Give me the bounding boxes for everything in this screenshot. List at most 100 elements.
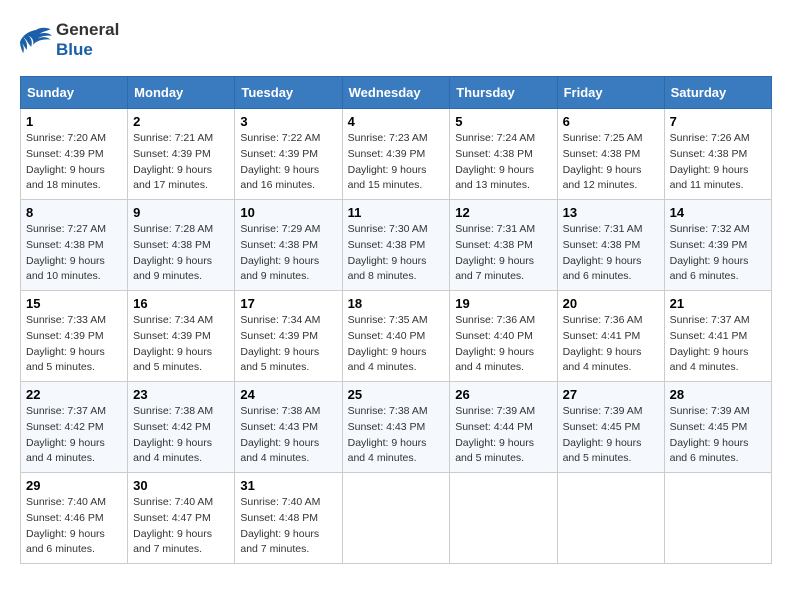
day-info: Sunrise: 7:39 AMSunset: 4:45 PMDaylight:… xyxy=(670,404,766,467)
weekday-header-saturday: Saturday xyxy=(664,77,771,109)
day-number: 4 xyxy=(348,114,445,129)
day-number: 11 xyxy=(348,205,445,220)
calendar-cell xyxy=(450,473,557,564)
day-number: 2 xyxy=(133,114,229,129)
calendar-cell: 30 Sunrise: 7:40 AMSunset: 4:47 PMDayligh… xyxy=(128,473,235,564)
calendar-cell xyxy=(664,473,771,564)
calendar-cell: 3 Sunrise: 7:22 AMSunset: 4:39 PMDaylight… xyxy=(235,109,342,200)
calendar-week-row: 22Sunrise: 7:37 AMSunset: 4:42 PMDayligh… xyxy=(21,382,772,473)
day-number: 30 xyxy=(133,478,229,493)
calendar-week-row: 15 Sunrise: 7:33 AMSunset: 4:39 PMDayligh… xyxy=(21,291,772,382)
calendar-cell: 10 Sunrise: 7:29 AMSunset: 4:38 PMDayligh… xyxy=(235,200,342,291)
day-number: 3 xyxy=(240,114,336,129)
calendar-cell: 18 Sunrise: 7:35 AMSunset: 4:40 PMDayligh… xyxy=(342,291,450,382)
day-info: Sunrise: 7:34 AMSunset: 4:39 PMDaylight:… xyxy=(133,313,229,376)
day-info: Sunrise: 7:25 AMSunset: 4:38 PMDaylight:… xyxy=(563,131,659,194)
day-number: 16 xyxy=(133,296,229,311)
calendar-cell: 9 Sunrise: 7:28 AMSunset: 4:38 PMDaylight… xyxy=(128,200,235,291)
day-info: Sunrise: 7:37 AMSunset: 4:42 PMDaylight:… xyxy=(26,404,122,467)
day-info: Sunrise: 7:32 AMSunset: 4:39 PMDaylight:… xyxy=(670,222,766,285)
calendar-cell: 16 Sunrise: 7:34 AMSunset: 4:39 PMDayligh… xyxy=(128,291,235,382)
calendar-cell: 26 Sunrise: 7:39 AMSunset: 4:44 PMDayligh… xyxy=(450,382,557,473)
day-info: Sunrise: 7:21 AMSunset: 4:39 PMDaylight:… xyxy=(133,131,229,194)
day-number: 29 xyxy=(26,478,122,493)
calendar-week-row: 1Sunrise: 7:20 AMSunset: 4:39 PMDaylight… xyxy=(21,109,772,200)
day-number: 5 xyxy=(455,114,551,129)
day-info: Sunrise: 7:20 AMSunset: 4:39 PMDaylight:… xyxy=(26,131,122,194)
day-number: 20 xyxy=(563,296,659,311)
day-info: Sunrise: 7:38 AMSunset: 4:42 PMDaylight:… xyxy=(133,404,229,467)
day-number: 31 xyxy=(240,478,336,493)
calendar-cell: 31 Sunrise: 7:40 AMSunset: 4:48 PMDayligh… xyxy=(235,473,342,564)
day-info: Sunrise: 7:39 AMSunset: 4:44 PMDaylight:… xyxy=(455,404,551,467)
weekday-header-monday: Monday xyxy=(128,77,235,109)
day-info: Sunrise: 7:36 AMSunset: 4:40 PMDaylight:… xyxy=(455,313,551,376)
weekday-header-thursday: Thursday xyxy=(450,77,557,109)
calendar-week-row: 29Sunrise: 7:40 AMSunset: 4:46 PMDayligh… xyxy=(21,473,772,564)
logo-bird-icon xyxy=(20,26,52,54)
calendar-cell: 5 Sunrise: 7:24 AMSunset: 4:38 PMDaylight… xyxy=(450,109,557,200)
day-info: Sunrise: 7:36 AMSunset: 4:41 PMDaylight:… xyxy=(563,313,659,376)
day-info: Sunrise: 7:31 AMSunset: 4:38 PMDaylight:… xyxy=(563,222,659,285)
day-number: 9 xyxy=(133,205,229,220)
calendar-cell: 2 Sunrise: 7:21 AMSunset: 4:39 PMDaylight… xyxy=(128,109,235,200)
day-number: 7 xyxy=(670,114,766,129)
day-number: 12 xyxy=(455,205,551,220)
day-number: 13 xyxy=(563,205,659,220)
day-number: 26 xyxy=(455,387,551,402)
calendar-cell: 24Sunrise: 7:38 AMSunset: 4:43 PMDayligh… xyxy=(235,382,342,473)
calendar-cell: 12 Sunrise: 7:31 AMSunset: 4:38 PMDayligh… xyxy=(450,200,557,291)
day-info: Sunrise: 7:24 AMSunset: 4:38 PMDaylight:… xyxy=(455,131,551,194)
day-info: Sunrise: 7:27 AMSunset: 4:38 PMDaylight:… xyxy=(26,222,122,285)
calendar-cell: 21 Sunrise: 7:37 AMSunset: 4:41 PMDayligh… xyxy=(664,291,771,382)
day-number: 8 xyxy=(26,205,122,220)
day-number: 25 xyxy=(348,387,445,402)
day-info: Sunrise: 7:23 AMSunset: 4:39 PMDaylight:… xyxy=(348,131,445,194)
weekday-header-tuesday: Tuesday xyxy=(235,77,342,109)
calendar-cell xyxy=(342,473,450,564)
calendar-cell: 22Sunrise: 7:37 AMSunset: 4:42 PMDayligh… xyxy=(21,382,128,473)
weekday-header-sunday: Sunday xyxy=(21,77,128,109)
day-info: Sunrise: 7:30 AMSunset: 4:38 PMDaylight:… xyxy=(348,222,445,285)
calendar-cell: 6 Sunrise: 7:25 AMSunset: 4:38 PMDaylight… xyxy=(557,109,664,200)
day-info: Sunrise: 7:38 AMSunset: 4:43 PMDaylight:… xyxy=(348,404,445,467)
day-info: Sunrise: 7:33 AMSunset: 4:39 PMDaylight:… xyxy=(26,313,122,376)
calendar-cell: 1Sunrise: 7:20 AMSunset: 4:39 PMDaylight… xyxy=(21,109,128,200)
day-info: Sunrise: 7:31 AMSunset: 4:38 PMDaylight:… xyxy=(455,222,551,285)
day-number: 21 xyxy=(670,296,766,311)
day-info: Sunrise: 7:35 AMSunset: 4:40 PMDaylight:… xyxy=(348,313,445,376)
page-header: General Blue xyxy=(20,20,772,60)
day-number: 6 xyxy=(563,114,659,129)
day-number: 24 xyxy=(240,387,336,402)
calendar-cell: 13 Sunrise: 7:31 AMSunset: 4:38 PMDayligh… xyxy=(557,200,664,291)
logo: General Blue xyxy=(20,20,119,60)
day-info: Sunrise: 7:40 AMSunset: 4:47 PMDaylight:… xyxy=(133,495,229,558)
day-info: Sunrise: 7:28 AMSunset: 4:38 PMDaylight:… xyxy=(133,222,229,285)
day-info: Sunrise: 7:37 AMSunset: 4:41 PMDaylight:… xyxy=(670,313,766,376)
day-info: Sunrise: 7:40 AMSunset: 4:48 PMDaylight:… xyxy=(240,495,336,558)
day-info: Sunrise: 7:39 AMSunset: 4:45 PMDaylight:… xyxy=(563,404,659,467)
day-info: Sunrise: 7:29 AMSunset: 4:38 PMDaylight:… xyxy=(240,222,336,285)
weekday-header-wednesday: Wednesday xyxy=(342,77,450,109)
day-number: 17 xyxy=(240,296,336,311)
calendar-cell: 27 Sunrise: 7:39 AMSunset: 4:45 PMDayligh… xyxy=(557,382,664,473)
day-number: 18 xyxy=(348,296,445,311)
logo-text: General Blue xyxy=(56,20,119,60)
calendar-table: SundayMondayTuesdayWednesdayThursdayFrid… xyxy=(20,76,772,564)
calendar-cell xyxy=(557,473,664,564)
calendar-cell: 25 Sunrise: 7:38 AMSunset: 4:43 PMDayligh… xyxy=(342,382,450,473)
day-number: 15 xyxy=(26,296,122,311)
day-info: Sunrise: 7:22 AMSunset: 4:39 PMDaylight:… xyxy=(240,131,336,194)
weekday-header-row: SundayMondayTuesdayWednesdayThursdayFrid… xyxy=(21,77,772,109)
calendar-cell: 11 Sunrise: 7:30 AMSunset: 4:38 PMDayligh… xyxy=(342,200,450,291)
day-number: 10 xyxy=(240,205,336,220)
calendar-cell: 8 Sunrise: 7:27 AMSunset: 4:38 PMDaylight… xyxy=(21,200,128,291)
calendar-week-row: 8 Sunrise: 7:27 AMSunset: 4:38 PMDaylight… xyxy=(21,200,772,291)
calendar-cell: 14Sunrise: 7:32 AMSunset: 4:39 PMDayligh… xyxy=(664,200,771,291)
calendar-cell: 23 Sunrise: 7:38 AMSunset: 4:42 PMDayligh… xyxy=(128,382,235,473)
day-number: 27 xyxy=(563,387,659,402)
day-number: 23 xyxy=(133,387,229,402)
calendar-cell: 7Sunrise: 7:26 AMSunset: 4:38 PMDaylight… xyxy=(664,109,771,200)
day-number: 19 xyxy=(455,296,551,311)
calendar-cell: 29Sunrise: 7:40 AMSunset: 4:46 PMDayligh… xyxy=(21,473,128,564)
